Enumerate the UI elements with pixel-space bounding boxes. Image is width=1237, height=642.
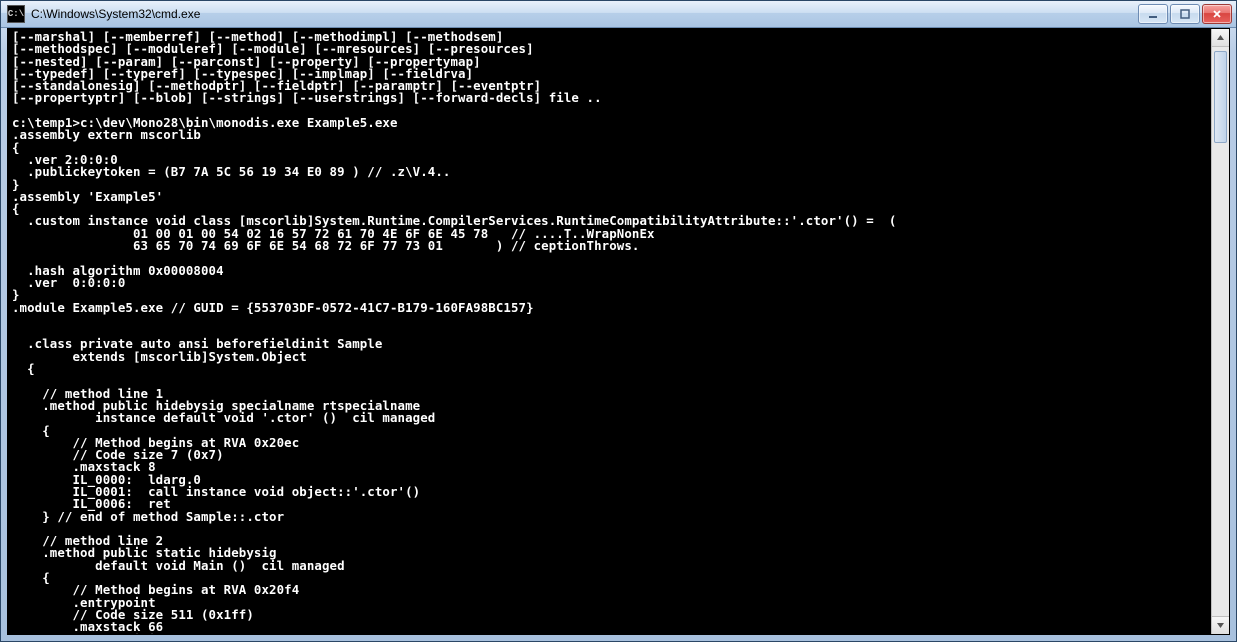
app-icon: C:\ <box>7 5 25 23</box>
console-output[interactable]: [--marshal] [--memberref] [--method] [--… <box>8 29 1211 634</box>
chevron-up-icon <box>1216 33 1225 42</box>
close-icon <box>1212 9 1222 19</box>
window-controls <box>1138 4 1232 24</box>
titlebar[interactable]: C:\ C:\Windows\System32\cmd.exe <box>1 1 1236 28</box>
maximize-icon <box>1180 9 1190 19</box>
client-area: [--marshal] [--memberref] [--method] [--… <box>7 28 1230 635</box>
scroll-up-button[interactable] <box>1212 29 1229 47</box>
window-title: C:\Windows\System32\cmd.exe <box>31 7 1138 21</box>
close-button[interactable] <box>1202 4 1232 24</box>
command-prompt-window: C:\ C:\Windows\System32\cmd.exe [--marsh… <box>0 0 1237 642</box>
scroll-down-button[interactable] <box>1212 616 1229 634</box>
vertical-scrollbar[interactable] <box>1211 29 1229 634</box>
minimize-button[interactable] <box>1138 4 1168 24</box>
minimize-icon <box>1148 9 1158 19</box>
chevron-down-icon <box>1216 621 1225 630</box>
maximize-button[interactable] <box>1170 4 1200 24</box>
scroll-track[interactable] <box>1212 47 1229 616</box>
scroll-thumb[interactable] <box>1214 51 1227 143</box>
